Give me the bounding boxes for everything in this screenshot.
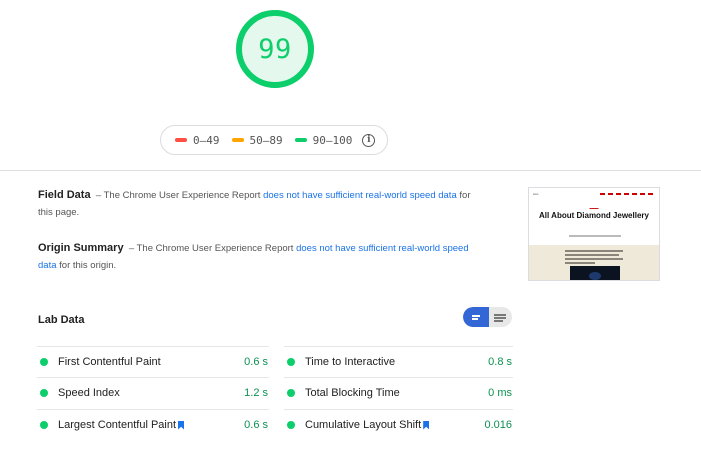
section-divider (0, 170, 701, 171)
origin-summary-dash: – (128, 243, 135, 254)
legend-item-pass: 90–100 (294, 133, 353, 147)
legend-label-pass: 90–100 (312, 133, 353, 147)
pass-indicator-icon (40, 421, 48, 429)
metric-total-blocking-time: Total Blocking Time 0 ms (284, 377, 513, 408)
field-data-link[interactable]: does not have sufficient real-world spee… (263, 190, 457, 201)
metric-largest-contentful-paint: Largest Contentful Paint 0.6 s (37, 409, 269, 440)
bookmark-icon[interactable] (423, 420, 430, 430)
origin-summary-title: Origin Summary (38, 242, 124, 254)
performance-score: 99 (258, 33, 292, 65)
list-view-icon[interactable] (463, 307, 489, 327)
metric-label: Largest Contentful Paint (58, 419, 177, 431)
metric-value: 0.016 (484, 419, 512, 431)
field-data-title: Field Data (38, 189, 91, 201)
metric-label: Speed Index (58, 387, 120, 399)
bookmark-icon[interactable] (178, 420, 185, 430)
legend-label-average: 50–89 (249, 133, 283, 147)
thumbnail-nav (600, 193, 653, 195)
page-screenshot-thumbnail[interactable]: ▪▪▪▪▪ ▬▬▬ All About Diamond Jewellery (528, 187, 660, 281)
info-icon[interactable]: i (362, 133, 376, 147)
legend-item-average: 50–89 (231, 133, 283, 147)
pass-indicator-icon (287, 358, 295, 366)
pass-indicator-icon (287, 389, 295, 397)
metric-value: 0.6 s (244, 419, 268, 431)
legend-item-fail: 0–49 (175, 134, 220, 147)
origin-summary-text-after: for this origin. (59, 260, 117, 271)
field-data-text: The Chrome User Experience Report (103, 190, 261, 201)
metric-value: 0.8 s (488, 356, 512, 368)
field-data-section: Field Data – The Chrome User Experience … (38, 187, 478, 221)
metric-cumulative-layout-shift: Cumulative Layout Shift 0.016 (284, 409, 513, 440)
thumbnail-site-logo: ▪▪▪▪▪ (533, 192, 539, 196)
pass-indicator-icon (40, 358, 48, 366)
field-data-dash: – (95, 190, 102, 201)
thumbnail-heading: All About Diamond Jewellery (539, 211, 649, 220)
metric-value: 1.2 s (244, 387, 268, 399)
legend-label-fail: 0–49 (193, 133, 220, 147)
origin-summary-section: Origin Summary – The Chrome User Experie… (38, 240, 478, 274)
metric-label: Time to Interactive (305, 356, 396, 368)
metric-label: Cumulative Layout Shift (305, 419, 422, 431)
thumbnail-image (570, 266, 620, 280)
performance-score-gauge: 99 (235, 9, 315, 89)
metric-value: 0.6 s (244, 356, 268, 368)
metric-time-to-interactive: Time to Interactive 0.8 s (284, 346, 513, 377)
origin-summary-text: The Chrome User Experience Report (136, 243, 294, 254)
score-legend: 0–49 50–89 90–100 i (160, 125, 388, 155)
legend-swatch-fail (175, 138, 187, 142)
metric-first-contentful-paint: First Contentful Paint 0.6 s (37, 346, 269, 377)
lab-data-title: Lab Data (38, 314, 85, 326)
legend-swatch-pass (294, 138, 307, 142)
metric-value: 0 ms (488, 387, 512, 399)
legend-swatch-average (231, 138, 244, 142)
metrics-view-toggle[interactable] (463, 307, 512, 327)
metric-speed-index: Speed Index 1.2 s (37, 377, 269, 408)
metric-label: First Contentful Paint (58, 356, 161, 368)
pass-indicator-icon (40, 389, 48, 397)
thumbnail-kicker: ▬▬▬ (589, 206, 599, 210)
metric-label: Total Blocking Time (305, 387, 400, 399)
thumbnail-byline (569, 235, 621, 237)
pass-indicator-icon (287, 421, 295, 429)
